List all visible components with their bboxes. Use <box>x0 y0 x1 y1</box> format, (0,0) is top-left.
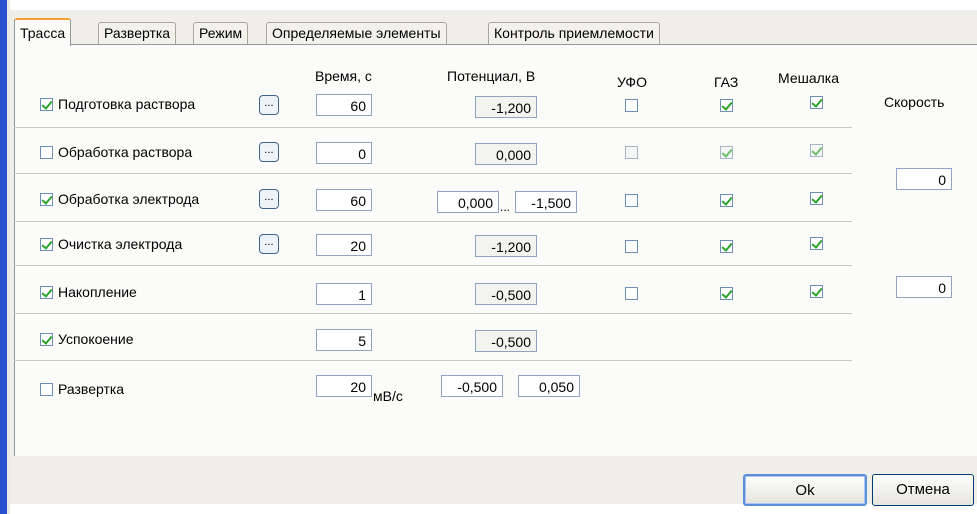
speed-input-2[interactable]: 0 <box>896 276 952 298</box>
sweep-start-input[interactable]: -0,500 <box>441 375 503 397</box>
time-input-electrode-treatment[interactable]: 60 <box>316 189 372 211</box>
header-ufo: УФО <box>617 74 647 90</box>
range-separator: ... <box>500 200 511 214</box>
enable-checkbox-solution-treatment[interactable] <box>40 146 53 159</box>
ufo-checkbox-electrode-treatment[interactable] <box>625 194 638 207</box>
gas-checkbox-solution-prep[interactable] <box>720 99 733 112</box>
tab-trace[interactable]: Трасса <box>14 18 72 46</box>
header-stirrer: Мешалка <box>778 70 840 86</box>
header-speed: Скорость <box>884 94 945 110</box>
time-input-solution-treatment[interactable]: 0 <box>316 142 372 164</box>
gas-checkbox-electrode-cleaning[interactable] <box>720 240 733 253</box>
potential-input-solution-prep[interactable]: -1,200 <box>475 96 537 118</box>
stirrer-checkbox-accumulation[interactable] <box>810 285 823 298</box>
ufo-checkbox-electrode-cleaning[interactable] <box>625 240 638 253</box>
sweep-rate-input[interactable]: 20 <box>316 375 372 397</box>
header-gas: ГАЗ <box>714 74 739 90</box>
enable-checkbox-accumulation[interactable] <box>40 286 53 299</box>
row-separator <box>14 313 852 314</box>
enable-checkbox-settling[interactable] <box>40 333 53 346</box>
step-label-accumulation: Накопление <box>58 284 137 300</box>
enable-checkbox-electrode-treatment[interactable] <box>40 193 53 206</box>
row-separator <box>14 127 852 128</box>
potential-to-input-electrode-treatment[interactable]: -1,500 <box>515 191 577 213</box>
row-separator <box>14 265 852 266</box>
cancel-button[interactable]: Отмена <box>872 474 974 506</box>
window-left-border <box>0 0 7 514</box>
potential-from-input-electrode-treatment[interactable]: 0,000 <box>437 191 499 213</box>
gas-checkbox-electrode-treatment[interactable] <box>720 194 733 207</box>
tab-bar: Трасса Развертка Режим Определяемые элем… <box>10 18 977 46</box>
step-label-settling: Успокоение <box>58 331 134 347</box>
potential-input-settling[interactable]: -0,500 <box>475 330 537 352</box>
row-separator <box>14 360 852 361</box>
options-button-solution-treatment[interactable]: ... <box>259 142 279 162</box>
step-label-sweep: Развертка <box>58 381 125 397</box>
row-separator <box>14 221 852 222</box>
header-potential: Потенциал, В <box>447 68 536 84</box>
stirrer-checkbox-solution-treatment[interactable] <box>810 144 823 157</box>
speed-input-1[interactable]: 0 <box>896 168 952 190</box>
ufo-checkbox-accumulation[interactable] <box>625 287 638 300</box>
enable-checkbox-electrode-cleaning[interactable] <box>40 238 53 251</box>
step-label-electrode-treatment: Обработка электрода <box>58 191 200 207</box>
time-input-electrode-cleaning[interactable]: 20 <box>316 234 372 256</box>
time-input-settling[interactable]: 5 <box>316 329 372 351</box>
row-separator <box>14 173 852 174</box>
stirrer-checkbox-solution-prep[interactable] <box>810 96 823 109</box>
gas-checkbox-solution-treatment[interactable] <box>720 146 733 159</box>
header-time: Время, с <box>315 68 372 84</box>
options-button-electrode-cleaning[interactable]: ... <box>259 234 279 254</box>
tab-acceptance-control[interactable]: Контроль приемлемости <box>488 22 660 44</box>
tab-elements[interactable]: Определяемые элементы <box>266 22 447 44</box>
step-label-solution-prep: Подготовка раствора <box>58 96 196 112</box>
step-label-solution-treatment: Обработка раствора <box>58 144 193 160</box>
options-button-electrode-treatment[interactable]: ... <box>259 189 279 209</box>
ufo-checkbox-solution-prep[interactable] <box>625 99 638 112</box>
ufo-checkbox-solution-treatment[interactable] <box>625 146 638 159</box>
potential-input-accumulation[interactable]: -0,500 <box>475 283 537 305</box>
potential-input-solution-treatment[interactable]: 0,000 <box>475 143 537 165</box>
time-input-solution-prep[interactable]: 60 <box>316 94 372 116</box>
sweep-rate-unit: мВ/с <box>373 388 403 404</box>
ok-button[interactable]: Ok <box>743 474 867 506</box>
time-input-accumulation[interactable]: 1 <box>316 283 372 305</box>
step-label-electrode-cleaning: Очистка электрода <box>58 236 183 252</box>
options-button-solution-prep[interactable]: ... <box>259 95 279 115</box>
enable-checkbox-solution-prep[interactable] <box>40 98 53 111</box>
sweep-end-input[interactable]: 0,050 <box>518 375 580 397</box>
tab-mode[interactable]: Режим <box>193 22 249 44</box>
potential-input-electrode-cleaning[interactable]: -1,200 <box>475 235 537 257</box>
stirrer-checkbox-electrode-cleaning[interactable] <box>810 237 823 250</box>
enable-checkbox-sweep[interactable] <box>40 383 53 396</box>
gas-checkbox-accumulation[interactable] <box>720 287 733 300</box>
stirrer-checkbox-electrode-treatment[interactable] <box>810 192 823 205</box>
tab-sweep[interactable]: Развертка <box>98 22 177 44</box>
